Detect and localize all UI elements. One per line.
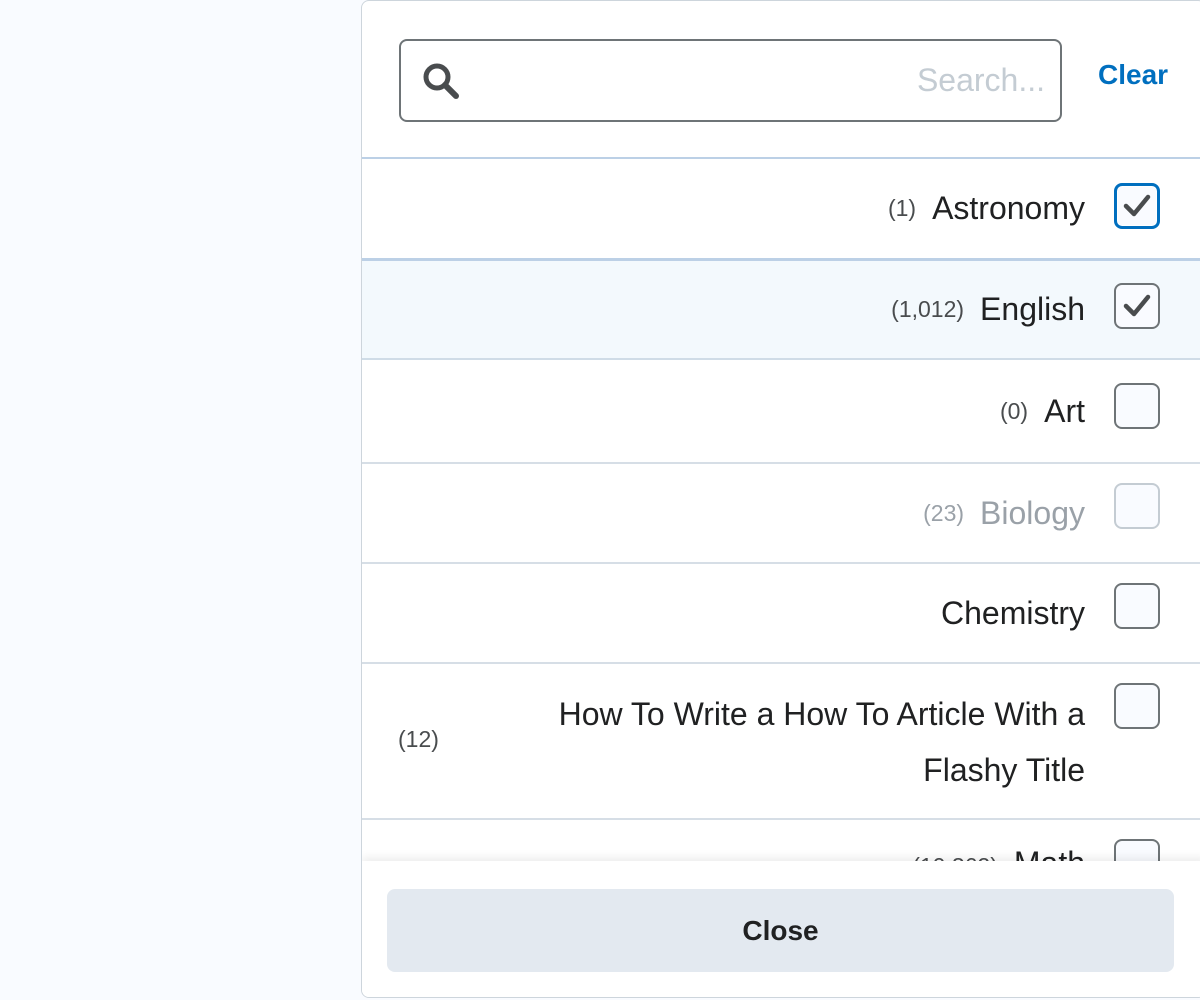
option-label: Biology bbox=[980, 494, 1085, 531]
option-count: (23) bbox=[923, 499, 965, 526]
option-content: Chemistry bbox=[941, 564, 1085, 662]
option-row-biology: (23) Biology bbox=[362, 464, 1200, 564]
option-content: (23) Biology bbox=[923, 464, 1085, 562]
option-row-math[interactable]: (10,362) Math bbox=[362, 820, 1200, 861]
option-label: Math bbox=[1014, 845, 1085, 861]
option-count: (1,012) bbox=[891, 296, 965, 322]
option-label: Astronomy bbox=[932, 190, 1085, 226]
option-count: (1) bbox=[887, 195, 917, 221]
option-label: English bbox=[980, 291, 1085, 327]
option-row-art[interactable]: (0) Art bbox=[362, 360, 1200, 464]
checkbox-math[interactable] bbox=[1114, 839, 1160, 861]
checkbox-biology bbox=[1114, 483, 1160, 529]
option-list: (1) Astronomy (1,012) English (0) Art (2… bbox=[362, 159, 1200, 861]
checkbox-astronomy[interactable] bbox=[1114, 183, 1160, 229]
checkbox-chemistry[interactable] bbox=[1114, 583, 1160, 629]
checkmark-icon bbox=[1123, 194, 1151, 217]
option-label: Chemistry bbox=[940, 594, 1085, 631]
search-input[interactable] bbox=[471, 41, 1045, 120]
checkbox-how-to-write[interactable] bbox=[1114, 683, 1160, 729]
dropdown-footer: Close bbox=[362, 861, 1200, 997]
search-icon bbox=[423, 63, 459, 99]
option-content: (10,362) Math bbox=[912, 820, 1085, 861]
option-count: (10,362) bbox=[912, 853, 998, 861]
option-content: (0) Art bbox=[1000, 360, 1085, 462]
option-count: (12) bbox=[398, 726, 439, 752]
clear-button[interactable]: Clear bbox=[1098, 59, 1168, 91]
option-row-how-to-write[interactable]: (12) How To Write a How To Article With … bbox=[362, 664, 1200, 820]
option-content: (1) Astronomy bbox=[888, 159, 1085, 258]
checkbox-art[interactable] bbox=[1114, 383, 1160, 429]
option-count: (0) bbox=[999, 397, 1029, 424]
filter-header: Clear bbox=[362, 1, 1200, 159]
option-row-english[interactable]: (1,012) English bbox=[362, 261, 1200, 360]
option-content: (1,012) English bbox=[891, 261, 1085, 358]
option-row-astronomy[interactable]: (1) Astronomy bbox=[362, 159, 1200, 261]
option-label: Art bbox=[1044, 392, 1085, 429]
filter-dropdown-panel: Clear (1) Astronomy (1,012) English bbox=[361, 0, 1200, 998]
option-label: How To Write a How To Article With a Fla… bbox=[558, 696, 1085, 788]
checkbox-english[interactable] bbox=[1114, 283, 1160, 329]
option-row-chemistry[interactable]: Chemistry bbox=[362, 564, 1200, 664]
close-button[interactable]: Close bbox=[387, 889, 1174, 972]
search-field[interactable] bbox=[399, 39, 1062, 122]
checkmark-icon bbox=[1123, 294, 1151, 317]
